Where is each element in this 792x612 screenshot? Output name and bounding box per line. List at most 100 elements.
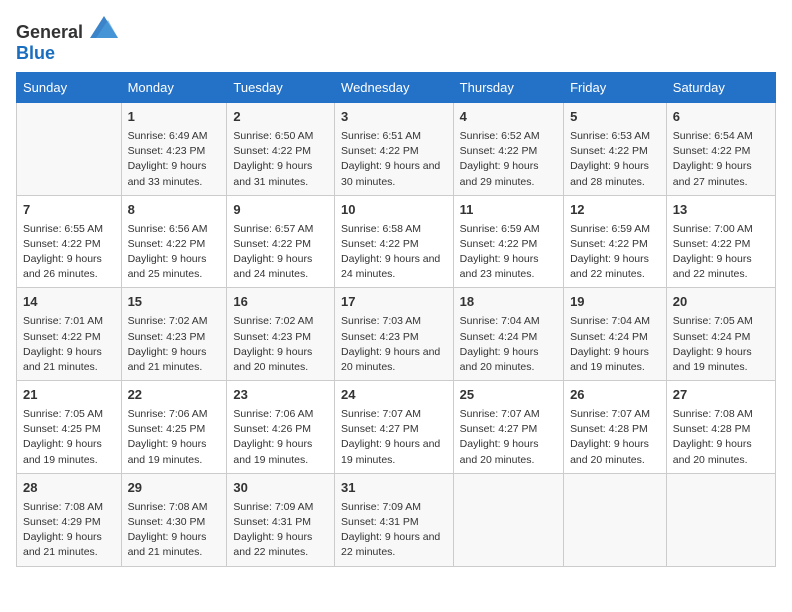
day-info: Sunrise: 7:04 AMSunset: 4:24 PMDaylight:… — [460, 314, 557, 375]
day-info: Sunrise: 6:50 AMSunset: 4:22 PMDaylight:… — [233, 129, 328, 190]
logo-text: General Blue — [16, 16, 118, 64]
day-info: Sunrise: 7:07 AMSunset: 4:27 PMDaylight:… — [460, 407, 557, 468]
day-number: 8 — [128, 201, 221, 220]
weekday-header: Wednesday — [335, 73, 454, 103]
day-number: 19 — [570, 293, 660, 312]
calendar-cell — [17, 103, 122, 196]
day-number: 14 — [23, 293, 115, 312]
calendar-cell: 23Sunrise: 7:06 AMSunset: 4:26 PMDayligh… — [227, 381, 335, 474]
calendar-cell: 27 Sunrise: 7:08 AMSunset: 4:28 PMDayligh… — [666, 381, 775, 474]
calendar-cell — [453, 473, 563, 566]
day-info: Sunrise: 7:04 AMSunset: 4:24 PMDaylight:… — [570, 314, 660, 375]
calendar-cell — [564, 473, 667, 566]
day-info: Sunrise: 7:08 AMSunset: 4:30 PMDaylight:… — [128, 500, 221, 561]
weekday-header: Tuesday — [227, 73, 335, 103]
calendar-cell: 21 Sunrise: 7:05 AMSunset: 4:25 PMDayligh… — [17, 381, 122, 474]
day-info: Sunrise: 6:55 AMSunset: 4:22 PMDaylight:… — [23, 222, 115, 283]
calendar-cell: 14 Sunrise: 7:01 AMSunset: 4:22 PMDayligh… — [17, 288, 122, 381]
day-info: Sunrise: 7:05 AMSunset: 4:24 PMDaylight:… — [673, 314, 769, 375]
calendar-cell: 8 Sunrise: 6:56 AMSunset: 4:22 PMDaylight… — [121, 195, 227, 288]
calendar-week-row: 28 Sunrise: 7:08 AMSunset: 4:29 PMDayligh… — [17, 473, 776, 566]
logo-general: General — [16, 22, 83, 42]
weekday-header-row: SundayMondayTuesdayWednesdayThursdayFrid… — [17, 73, 776, 103]
calendar-week-row: 7 Sunrise: 6:55 AMSunset: 4:22 PMDaylight… — [17, 195, 776, 288]
day-info: Sunrise: 6:56 AMSunset: 4:22 PMDaylight:… — [128, 222, 221, 283]
weekday-header: Thursday — [453, 73, 563, 103]
day-info: Sunrise: 7:05 AMSunset: 4:25 PMDaylight:… — [23, 407, 115, 468]
calendar-cell: 4 Sunrise: 6:52 AMSunset: 4:22 PMDaylight… — [453, 103, 563, 196]
day-number: 7 — [23, 201, 115, 220]
day-info: Sunrise: 6:54 AMSunset: 4:22 PMDaylight:… — [673, 129, 769, 190]
day-number: 9 — [233, 201, 328, 220]
day-info: Sunrise: 7:08 AMSunset: 4:28 PMDaylight:… — [673, 407, 769, 468]
day-info: Sunrise: 7:09 AMSunset: 4:31 PMDaylight:… — [341, 500, 447, 561]
day-number: 31 — [341, 479, 447, 498]
weekday-header: Saturday — [666, 73, 775, 103]
calendar-cell: 15 Sunrise: 7:02 AMSunset: 4:23 PMDayligh… — [121, 288, 227, 381]
day-number: 13 — [673, 201, 769, 220]
day-number: 29 — [128, 479, 221, 498]
day-info: Sunrise: 6:59 AMSunset: 4:22 PMDaylight:… — [460, 222, 557, 283]
calendar-cell: 6 Sunrise: 6:54 AMSunset: 4:22 PMDaylight… — [666, 103, 775, 196]
calendar-cell: 17 Sunrise: 7:03 AMSunset: 4:23 PMDayligh… — [335, 288, 454, 381]
day-number: 25 — [460, 386, 557, 405]
day-info: Sunrise: 7:02 AMSunset: 4:23 PMDaylight:… — [233, 314, 328, 375]
day-info: Sunrise: 6:51 AMSunset: 4:22 PMDaylight:… — [341, 129, 447, 190]
day-info: Sunrise: 7:07 AMSunset: 4:27 PMDaylight:… — [341, 407, 447, 468]
day-info: Sunrise: 7:08 AMSunset: 4:29 PMDaylight:… — [23, 500, 115, 561]
calendar-cell: 29 Sunrise: 7:08 AMSunset: 4:30 PMDayligh… — [121, 473, 227, 566]
day-info: Sunrise: 7:03 AMSunset: 4:23 PMDaylight:… — [341, 314, 447, 375]
calendar-cell: 5Sunrise: 6:53 AMSunset: 4:22 PMDaylight… — [564, 103, 667, 196]
day-number: 17 — [341, 293, 447, 312]
calendar-cell: 16 Sunrise: 7:02 AMSunset: 4:23 PMDayligh… — [227, 288, 335, 381]
calendar-table: SundayMondayTuesdayWednesdayThursdayFrid… — [16, 72, 776, 567]
day-info: Sunrise: 6:59 AMSunset: 4:22 PMDaylight:… — [570, 222, 660, 283]
calendar-cell: 1Sunrise: 6:49 AMSunset: 4:23 PMDaylight… — [121, 103, 227, 196]
calendar-cell: 11 Sunrise: 6:59 AMSunset: 4:22 PMDayligh… — [453, 195, 563, 288]
day-number: 16 — [233, 293, 328, 312]
day-number: 2 — [233, 108, 328, 127]
day-number: 4 — [460, 108, 557, 127]
calendar-week-row: 21 Sunrise: 7:05 AMSunset: 4:25 PMDayligh… — [17, 381, 776, 474]
logo-blue: Blue — [16, 43, 55, 63]
weekday-header: Friday — [564, 73, 667, 103]
day-number: 26 — [570, 386, 660, 405]
day-info: Sunrise: 6:49 AMSunset: 4:23 PMDaylight:… — [128, 129, 221, 190]
day-info: Sunrise: 7:09 AMSunset: 4:31 PMDaylight:… — [233, 500, 328, 561]
day-info: Sunrise: 6:52 AMSunset: 4:22 PMDaylight:… — [460, 129, 557, 190]
calendar-cell: 28 Sunrise: 7:08 AMSunset: 4:29 PMDayligh… — [17, 473, 122, 566]
calendar-cell: 13 Sunrise: 7:00 AMSunset: 4:22 PMDayligh… — [666, 195, 775, 288]
day-info: Sunrise: 7:00 AMSunset: 4:22 PMDaylight:… — [673, 222, 769, 283]
calendar-cell: 31 Sunrise: 7:09 AMSunset: 4:31 PMDayligh… — [335, 473, 454, 566]
day-number: 12 — [570, 201, 660, 220]
day-number: 3 — [341, 108, 447, 127]
logo-icon — [90, 16, 118, 38]
day-info: Sunrise: 7:02 AMSunset: 4:23 PMDaylight:… — [128, 314, 221, 375]
calendar-cell: 30Sunrise: 7:09 AMSunset: 4:31 PMDayligh… — [227, 473, 335, 566]
weekday-header: Sunday — [17, 73, 122, 103]
day-number: 20 — [673, 293, 769, 312]
calendar-cell: 19 Sunrise: 7:04 AMSunset: 4:24 PMDayligh… — [564, 288, 667, 381]
day-number: 5 — [570, 108, 660, 127]
day-number: 6 — [673, 108, 769, 127]
calendar-cell: 9 Sunrise: 6:57 AMSunset: 4:22 PMDaylight… — [227, 195, 335, 288]
day-number: 21 — [23, 386, 115, 405]
day-info: Sunrise: 7:01 AMSunset: 4:22 PMDaylight:… — [23, 314, 115, 375]
day-number: 15 — [128, 293, 221, 312]
day-number: 27 — [673, 386, 769, 405]
day-number: 28 — [23, 479, 115, 498]
calendar-cell: 7 Sunrise: 6:55 AMSunset: 4:22 PMDaylight… — [17, 195, 122, 288]
day-number: 24 — [341, 386, 447, 405]
calendar-cell: 26Sunrise: 7:07 AMSunset: 4:28 PMDayligh… — [564, 381, 667, 474]
calendar-cell: 24 Sunrise: 7:07 AMSunset: 4:27 PMDayligh… — [335, 381, 454, 474]
day-info: Sunrise: 7:06 AMSunset: 4:26 PMDaylight:… — [233, 407, 328, 468]
calendar-cell: 18Sunrise: 7:04 AMSunset: 4:24 PMDayligh… — [453, 288, 563, 381]
calendar-cell: 10Sunrise: 6:58 AMSunset: 4:22 PMDayligh… — [335, 195, 454, 288]
logo: General Blue — [16, 16, 118, 64]
calendar-week-row: 1Sunrise: 6:49 AMSunset: 4:23 PMDaylight… — [17, 103, 776, 196]
day-number: 22 — [128, 386, 221, 405]
day-number: 11 — [460, 201, 557, 220]
calendar-cell: 22Sunrise: 7:06 AMSunset: 4:25 PMDayligh… — [121, 381, 227, 474]
page-header: General Blue — [16, 16, 776, 64]
day-info: Sunrise: 6:57 AMSunset: 4:22 PMDaylight:… — [233, 222, 328, 283]
